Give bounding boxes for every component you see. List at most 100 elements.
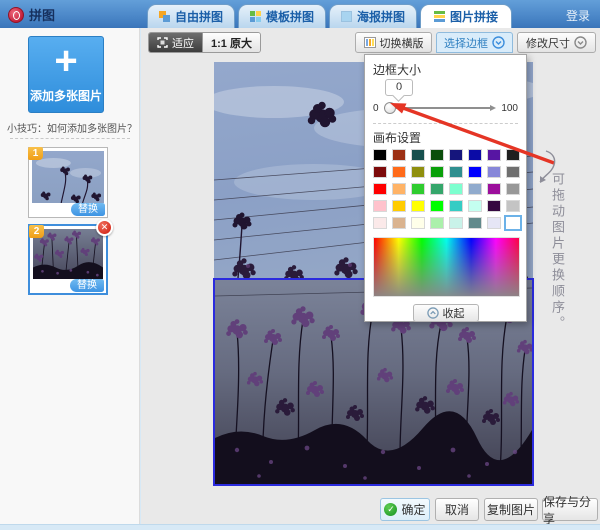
color-swatch[interactable] bbox=[373, 200, 387, 212]
color-swatch[interactable] bbox=[506, 200, 520, 212]
select-border-label: 选择边框 bbox=[444, 37, 488, 50]
login-link[interactable]: 登录 bbox=[566, 7, 590, 24]
gradient-color-picker[interactable] bbox=[373, 237, 520, 297]
border-size-value-input[interactable]: 0 bbox=[385, 79, 413, 96]
thumbnail-2-index-badge: 2 bbox=[29, 225, 44, 238]
tab-poster-collage[interactable]: 海报拼图 bbox=[329, 4, 417, 28]
color-swatch[interactable] bbox=[411, 217, 425, 229]
poster-collage-icon bbox=[340, 11, 352, 22]
switch-horizontal-button[interactable]: 切换横版 bbox=[355, 32, 432, 53]
resize-label: 修改尺寸 bbox=[526, 37, 570, 50]
app-logo: 拼图 bbox=[8, 5, 55, 24]
thumbnail-1[interactable]: 1 替换 bbox=[28, 147, 108, 218]
sidebar: + 添加多张图片 小技巧：如何添加多张图片？ 1 替换 2 ✕ 替换 bbox=[0, 28, 140, 524]
panel-divider bbox=[373, 123, 518, 124]
slider-track[interactable] bbox=[383, 102, 497, 114]
header-bar: 拼图 自由拼图 模板拼图 海报拼图 图片拼接 登录 bbox=[0, 0, 600, 28]
confirm-button[interactable]: ✓ 确定 bbox=[380, 498, 430, 521]
color-swatch[interactable] bbox=[373, 149, 387, 161]
color-swatch[interactable] bbox=[506, 149, 520, 161]
thumbnail-2-image bbox=[33, 229, 103, 279]
fit-label: 适应 bbox=[172, 37, 194, 50]
tab-label: 自由拼图 bbox=[174, 10, 223, 24]
drag-hint-note: 可拖动图片更换顺序。 bbox=[549, 172, 564, 332]
color-swatch[interactable] bbox=[411, 166, 425, 178]
color-swatch[interactable] bbox=[430, 183, 444, 195]
slider-thumb[interactable] bbox=[383, 102, 396, 114]
color-swatch[interactable] bbox=[468, 183, 482, 195]
color-swatch[interactable] bbox=[468, 149, 482, 161]
chevron-down-icon bbox=[492, 36, 505, 49]
color-palette bbox=[373, 149, 522, 231]
color-swatch[interactable] bbox=[373, 166, 387, 178]
color-swatch[interactable] bbox=[506, 166, 520, 178]
color-swatch[interactable] bbox=[449, 217, 463, 229]
tab-photo-stitch[interactable]: 图片拼接 bbox=[420, 4, 512, 28]
color-swatch[interactable] bbox=[411, 183, 425, 195]
color-swatch[interactable] bbox=[506, 183, 520, 195]
tab-label: 图片拼接 bbox=[449, 10, 498, 24]
color-swatch[interactable] bbox=[392, 149, 406, 161]
tab-label: 模板拼图 bbox=[265, 10, 314, 24]
tab-free-collage[interactable]: 自由拼图 bbox=[147, 4, 235, 28]
tip-link[interactable]: 小技巧：如何添加多张图片？ bbox=[6, 120, 138, 135]
color-swatch[interactable] bbox=[430, 166, 444, 178]
copy-image-button[interactable]: 复制图片 bbox=[484, 498, 538, 521]
color-swatch[interactable] bbox=[487, 166, 501, 178]
save-share-button[interactable]: 保存与分享 bbox=[542, 495, 598, 526]
color-swatch[interactable] bbox=[487, 149, 501, 161]
main-workspace: 适应 1:1 原大 切换横版 选择边框 修改尺寸 边框大小 0 0 100 画布… bbox=[141, 28, 600, 526]
original-size-label: 1:1 原大 bbox=[211, 37, 252, 50]
color-swatch[interactable] bbox=[487, 183, 501, 195]
color-swatch[interactable] bbox=[468, 200, 482, 212]
color-swatch[interactable] bbox=[449, 183, 463, 195]
color-swatch[interactable] bbox=[392, 166, 406, 178]
color-swatch[interactable] bbox=[430, 149, 444, 161]
color-swatch[interactable] bbox=[430, 200, 444, 212]
color-swatch[interactable] bbox=[411, 149, 425, 161]
fit-view-button[interactable]: 适应 bbox=[149, 33, 202, 52]
thumbnail-2[interactable]: 2 ✕ 替换 bbox=[28, 219, 113, 295]
tab-template-collage[interactable]: 模板拼图 bbox=[238, 4, 326, 28]
confirm-label: 确定 bbox=[401, 503, 426, 517]
color-swatch[interactable] bbox=[373, 183, 387, 195]
color-swatch[interactable] bbox=[487, 217, 501, 229]
original-size-button[interactable]: 1:1 原大 bbox=[202, 33, 260, 52]
color-swatch[interactable] bbox=[430, 217, 444, 229]
color-swatch[interactable] bbox=[504, 215, 522, 231]
delete-thumbnail-icon[interactable]: ✕ bbox=[96, 219, 113, 236]
free-collage-icon bbox=[158, 11, 170, 22]
zoom-mode-segment: 适应 1:1 原大 bbox=[148, 32, 261, 53]
fit-icon bbox=[157, 37, 168, 48]
color-swatch[interactable] bbox=[392, 183, 406, 195]
thumbnail-1-index-badge: 1 bbox=[28, 147, 43, 160]
sidebar-divider bbox=[10, 138, 130, 139]
collapse-label: 收起 bbox=[442, 308, 465, 320]
select-border-button[interactable]: 选择边框 bbox=[436, 32, 513, 53]
border-settings-panel: 边框大小 0 0 100 画布设置 收起 bbox=[364, 54, 527, 322]
color-swatch[interactable] bbox=[411, 200, 425, 212]
cancel-button[interactable]: 取消 bbox=[435, 498, 479, 521]
color-swatch[interactable] bbox=[449, 166, 463, 178]
add-images-label: 添加多张图片 bbox=[29, 89, 102, 103]
color-swatch[interactable] bbox=[449, 149, 463, 161]
border-size-label: 边框大小 bbox=[373, 63, 422, 77]
color-swatch[interactable] bbox=[449, 200, 463, 212]
color-swatch[interactable] bbox=[487, 200, 501, 212]
copy-image-label: 复制图片 bbox=[486, 503, 535, 517]
template-collage-icon bbox=[249, 11, 261, 22]
color-swatch[interactable] bbox=[392, 217, 406, 229]
add-images-button[interactable]: + 添加多张图片 bbox=[28, 36, 104, 113]
color-swatch[interactable] bbox=[468, 166, 482, 178]
replace-button-1[interactable]: 替换 bbox=[71, 203, 105, 216]
window-bottom-strip bbox=[0, 524, 600, 530]
color-swatch[interactable] bbox=[468, 217, 482, 229]
check-icon: ✓ bbox=[384, 503, 398, 516]
color-swatch[interactable] bbox=[373, 217, 387, 229]
switch-horizontal-label: 切换横版 bbox=[379, 37, 424, 50]
color-swatch[interactable] bbox=[392, 200, 406, 212]
photo-stitch-icon bbox=[433, 11, 445, 22]
replace-button-2[interactable]: 替换 bbox=[70, 279, 104, 292]
collapse-panel-button[interactable]: 收起 bbox=[412, 304, 479, 322]
resize-button[interactable]: 修改尺寸 bbox=[517, 32, 596, 53]
